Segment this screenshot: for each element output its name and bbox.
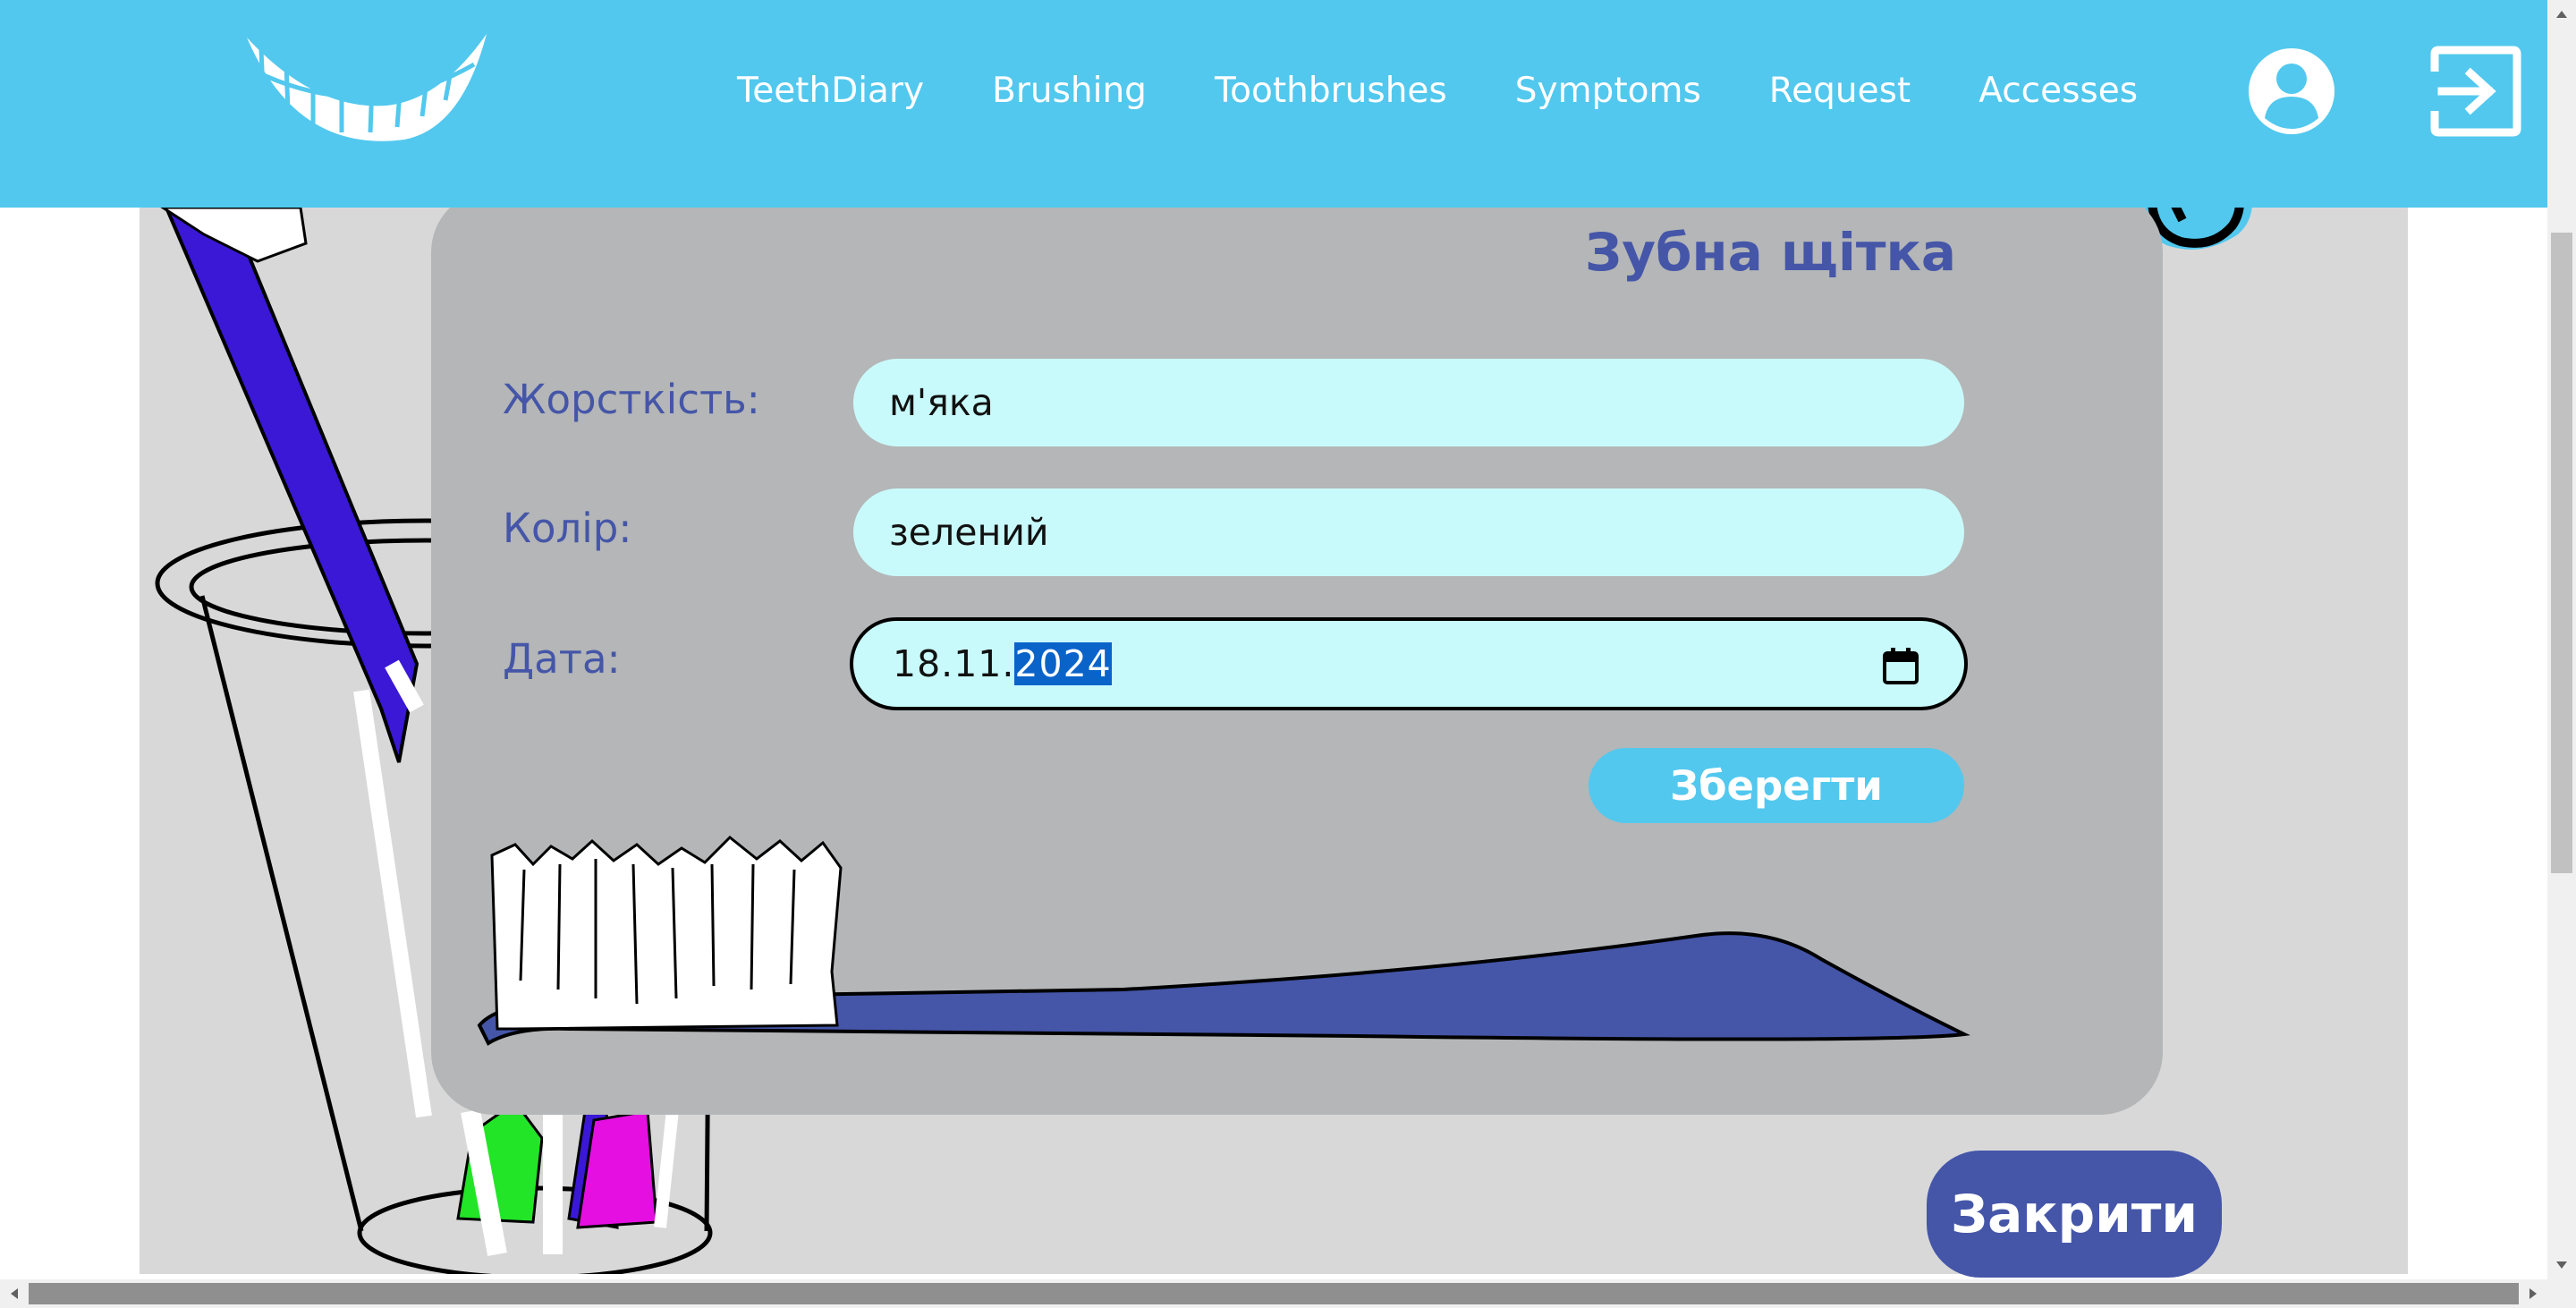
logout-icon[interactable]	[2429, 45, 2522, 138]
toothbrush-illustration	[477, 835, 1970, 1046]
scroll-up-icon[interactable]	[2547, 0, 2576, 29]
toothbrush-modal: Зубна щітка Жорсткість: Колір: Дата: 18.…	[431, 190, 2163, 1115]
vertical-scrollbar[interactable]	[2547, 0, 2576, 1279]
teeth-smile-logo[interactable]	[243, 29, 490, 154]
hardness-input[interactable]	[853, 359, 1964, 446]
nav-accesses[interactable]: Accesses	[1979, 64, 2138, 118]
date-value: 18.11.2024	[893, 641, 1112, 687]
date-year-selected[interactable]: 2024	[1014, 642, 1112, 685]
date-day-month: 18.11.	[893, 642, 1015, 685]
nav-teethdiary[interactable]: TeethDiary	[737, 64, 924, 118]
horizontal-scroll-thumb[interactable]	[29, 1283, 2519, 1304]
user-icon[interactable]	[2247, 47, 2336, 136]
horizontal-scrollbar[interactable]	[0, 1279, 2576, 1308]
scroll-right-icon[interactable]	[2519, 1279, 2547, 1308]
nav-symptoms[interactable]: Symptoms	[1515, 64, 1701, 118]
color-label: Колір:	[503, 505, 632, 552]
hardness-label: Жорсткість:	[503, 376, 760, 423]
calendar-icon[interactable]	[1882, 646, 1919, 685]
nav-request[interactable]: Request	[1769, 64, 1911, 118]
main-nav: TeethDiary Brushing Toothbrushes Symptom…	[737, 64, 2138, 118]
scroll-left-icon[interactable]	[0, 1279, 29, 1308]
nav-brushing[interactable]: Brushing	[992, 64, 1147, 118]
date-input[interactable]: 18.11.2024	[850, 617, 1968, 710]
save-button[interactable]: Зберегти	[1589, 748, 1964, 823]
color-input[interactable]	[853, 488, 1964, 576]
modal-title: Зубна щітка	[1585, 222, 1957, 283]
date-label: Дата:	[503, 635, 621, 683]
nav-toothbrushes[interactable]: Toothbrushes	[1215, 64, 1447, 118]
scroll-down-icon[interactable]	[2547, 1251, 2576, 1279]
vertical-scroll-thumb[interactable]	[2551, 233, 2572, 873]
close-button[interactable]: Закрити	[1927, 1151, 2222, 1278]
top-navbar: TeethDiary Brushing Toothbrushes Symptom…	[0, 0, 2547, 208]
